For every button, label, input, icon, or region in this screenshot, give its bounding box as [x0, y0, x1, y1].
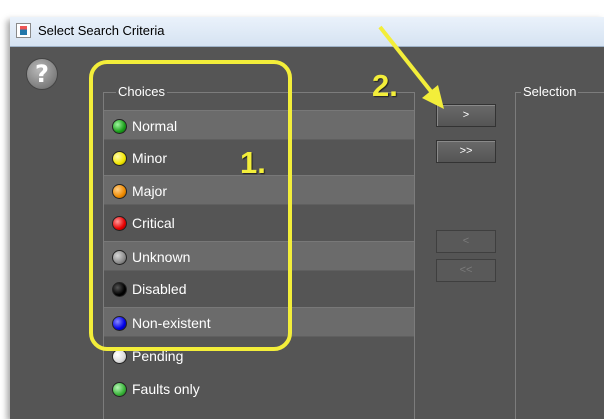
choice-label: Critical — [132, 215, 175, 231]
choice-label: Minor — [132, 150, 168, 166]
unknown-status-icon — [112, 250, 127, 265]
choice-label: Pending — [132, 348, 184, 364]
major-status-icon — [112, 184, 127, 199]
selection-panel: Selection — [515, 84, 604, 419]
select-search-criteria-dialog: Select Search Criteria ? Choices Normal … — [10, 17, 604, 419]
step-2-label: 2. — [372, 68, 398, 103]
remove-button[interactable]: < — [436, 230, 496, 253]
choice-disabled[interactable]: Disabled — [104, 274, 414, 304]
add-all-button[interactable]: >> — [436, 140, 496, 163]
help-icon[interactable]: ? — [26, 58, 58, 90]
disabled-status-icon — [112, 282, 127, 297]
normal-status-icon — [112, 119, 127, 134]
choice-label: Disabled — [132, 281, 187, 297]
choice-faults-only[interactable]: Faults only — [104, 374, 414, 404]
choice-normal[interactable]: Normal — [104, 110, 414, 140]
add-button[interactable]: > — [436, 104, 496, 127]
java-app-icon — [16, 23, 31, 38]
selection-title: Selection — [521, 84, 579, 100]
pending-status-icon — [112, 349, 127, 364]
remove-all-button[interactable]: << — [436, 259, 496, 282]
choice-unknown[interactable]: Unknown — [104, 241, 414, 271]
non-existent-status-icon — [112, 316, 127, 331]
choice-label: Major — [132, 183, 168, 199]
choice-label: Non-existent — [132, 315, 211, 331]
choice-label: Normal — [132, 118, 178, 134]
choice-label: Faults only — [132, 381, 200, 397]
choice-label: Unknown — [132, 249, 191, 265]
choices-title: Choices — [116, 84, 167, 100]
title-bar: Select Search Criteria — [10, 17, 604, 47]
choice-non-existent[interactable]: Non-existent — [104, 307, 414, 337]
window-title: Select Search Criteria — [38, 23, 165, 38]
critical-status-icon — [112, 216, 127, 231]
choices-panel: Choices Normal Minor Major Critical Unkn… — [103, 84, 415, 419]
faults-only-status-icon — [112, 382, 127, 397]
choice-pending[interactable]: Pending — [104, 341, 414, 371]
step-1-label: 1. — [240, 145, 266, 180]
minor-status-icon — [112, 151, 127, 166]
choice-critical[interactable]: Critical — [104, 208, 414, 238]
